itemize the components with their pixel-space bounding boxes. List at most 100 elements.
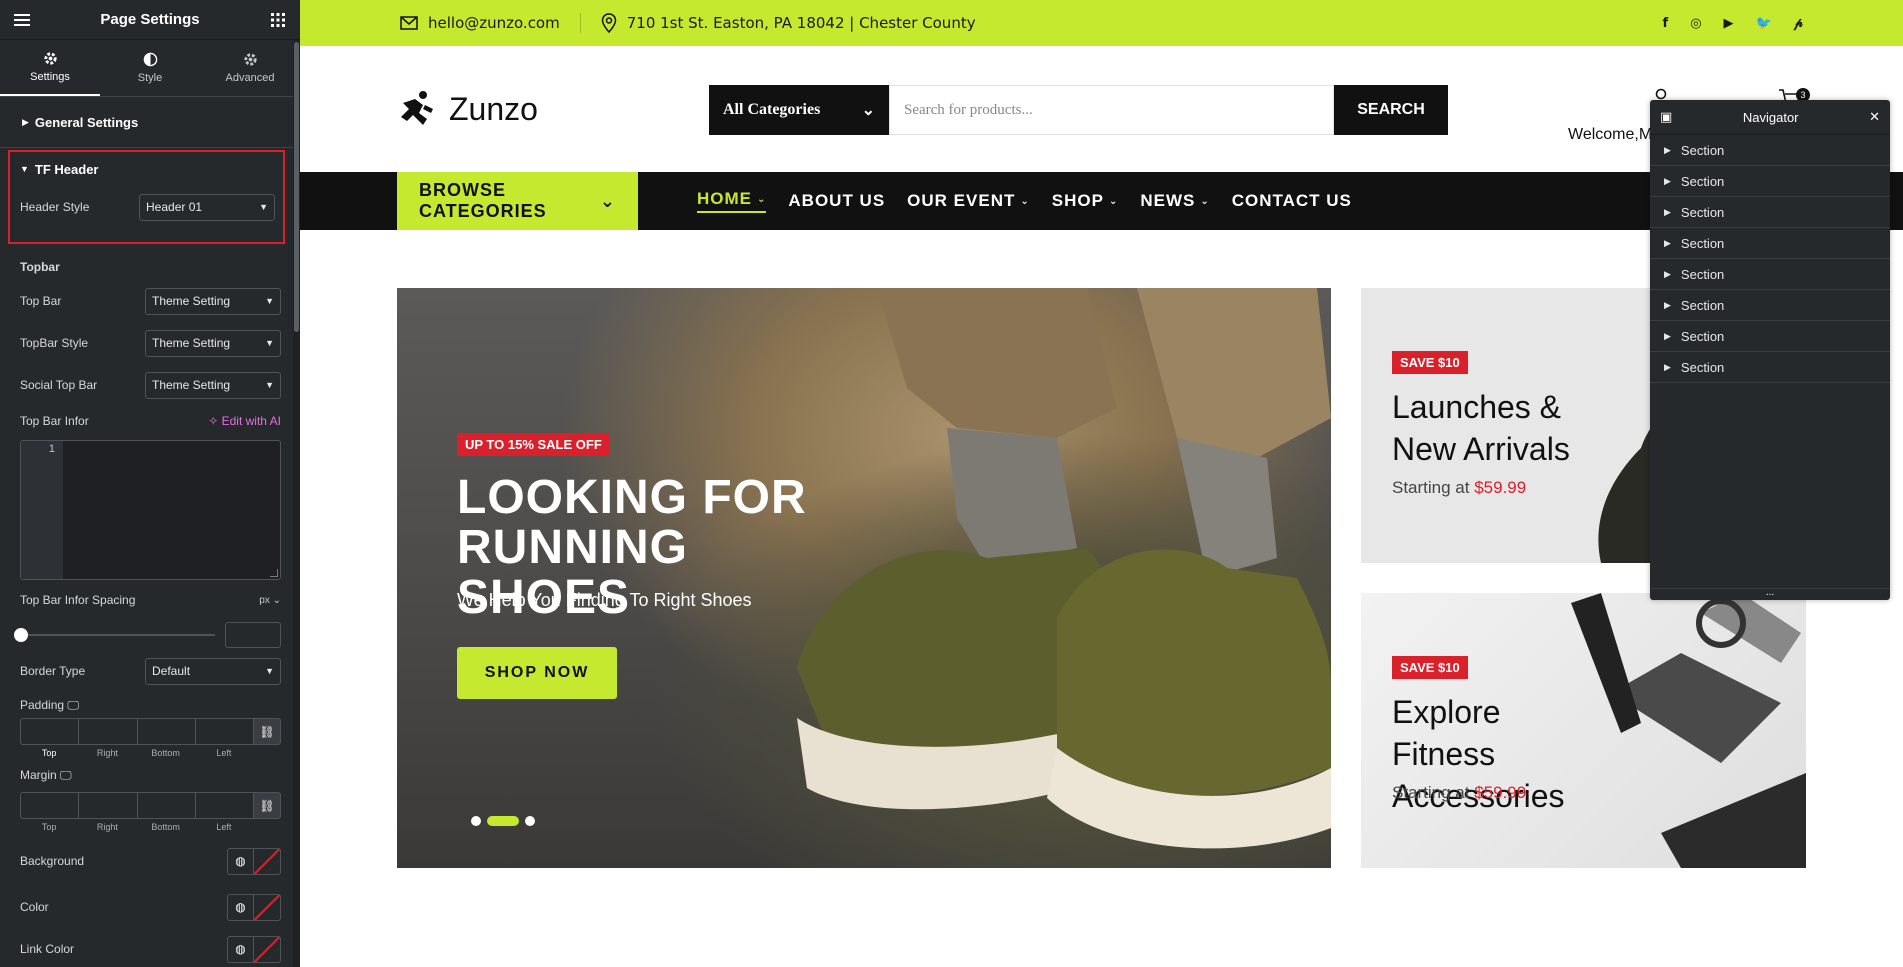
navigator-item[interactable]: ▶ Section bbox=[1650, 321, 1890, 352]
navigator-resize-handle[interactable]: ... bbox=[1650, 588, 1890, 600]
color-row: Color ◍ bbox=[0, 886, 293, 928]
navigator-item-label: Section bbox=[1680, 204, 1725, 220]
navigator-item[interactable]: ▶ Section bbox=[1650, 290, 1890, 321]
navigator-item-label: Section bbox=[1680, 142, 1725, 158]
panel-title: Page Settings bbox=[100, 11, 200, 28]
menu-item-contact-us[interactable]: CONTACT US bbox=[1232, 191, 1352, 211]
facebook-icon[interactable]: f bbox=[1663, 16, 1669, 31]
topbar-email[interactable]: hello@zunzo.com bbox=[400, 14, 560, 32]
pinterest-icon[interactable]: 𝓅 bbox=[1794, 16, 1803, 31]
close-icon[interactable]: ✕ bbox=[1869, 109, 1880, 125]
navigator-title: Navigator bbox=[1742, 109, 1799, 125]
side-label: Right bbox=[96, 822, 118, 832]
background-color-control[interactable]: ◍ bbox=[227, 847, 281, 875]
margin-right-input[interactable] bbox=[78, 792, 137, 819]
general-settings-section[interactable]: ▶ General Settings bbox=[0, 98, 293, 148]
menu-item-home[interactable]: HOME ⌄ bbox=[697, 189, 767, 213]
tab-style[interactable]: Style bbox=[100, 40, 200, 96]
padding-left-input[interactable] bbox=[194, 718, 253, 745]
search-button[interactable]: SEARCH bbox=[1334, 85, 1448, 135]
panel-scrollbar[interactable] bbox=[293, 40, 300, 967]
social-top-bar-select[interactable]: Theme Setting ▼ bbox=[145, 371, 281, 399]
navigator-item-label: Section bbox=[1680, 359, 1725, 375]
site-logo[interactable]: Zunzo bbox=[397, 89, 538, 129]
color-swatch[interactable] bbox=[254, 935, 281, 963]
hero-title-line: LOOKING FOR bbox=[457, 471, 807, 524]
edit-with-ai-link[interactable]: ✧ Edit with AI bbox=[208, 414, 281, 428]
promo-card-fitness[interactable]: SAVE $10 Explore Fitness Accessories Sta… bbox=[1361, 593, 1806, 868]
account-welcome[interactable]: Welcome,M bbox=[1568, 126, 1652, 144]
shop-now-button[interactable]: SHOP NOW bbox=[457, 647, 617, 699]
browse-categories-button[interactable]: BROWSE CATEGORIES ⌄ bbox=[397, 172, 638, 230]
resize-handle[interactable] bbox=[270, 569, 278, 577]
spacing-slider[interactable] bbox=[14, 628, 215, 642]
spacing-slider-row bbox=[0, 620, 293, 650]
padding-right-input[interactable] bbox=[78, 718, 137, 745]
twitter-icon[interactable]: 🐦 bbox=[1756, 16, 1772, 31]
search-placeholder: Search for products... bbox=[904, 101, 1033, 118]
top-bar-infor-label: Top Bar Infor bbox=[20, 414, 89, 428]
search-input[interactable]: Search for products... bbox=[889, 85, 1334, 135]
menu-item-news[interactable]: NEWS ⌄ bbox=[1140, 191, 1209, 211]
topbar-style-select[interactable]: Theme Setting ▼ bbox=[145, 329, 281, 357]
menu-label: HOME bbox=[697, 189, 752, 208]
navigator-item[interactable]: ▶ Section bbox=[1650, 197, 1890, 228]
tf-header-toggle[interactable]: ▼ TF Header bbox=[10, 152, 283, 186]
spacing-input[interactable] bbox=[225, 622, 281, 648]
padding-top-input[interactable] bbox=[20, 718, 79, 745]
hamburger-menu-icon[interactable] bbox=[12, 10, 32, 30]
menu-item-shop[interactable]: SHOP ⌄ bbox=[1052, 191, 1119, 211]
text-color-control[interactable]: ◍ bbox=[227, 893, 281, 921]
menu-item-about-us[interactable]: ABOUT US bbox=[788, 191, 885, 211]
margin-top-input[interactable] bbox=[20, 792, 79, 819]
color-swatch[interactable] bbox=[254, 893, 281, 921]
link-color-control[interactable]: ◍ bbox=[227, 935, 281, 963]
collapse-all-icon[interactable]: ▣ bbox=[1660, 109, 1672, 125]
tab-settings[interactable]: Settings bbox=[0, 40, 100, 96]
desktop-icon[interactable]: 🖵 bbox=[67, 698, 79, 712]
header-style-select[interactable]: Header 01 ▼ bbox=[139, 193, 275, 221]
margin-bottom-input[interactable] bbox=[136, 792, 195, 819]
globe-icon[interactable]: ◍ bbox=[227, 847, 254, 875]
link-icon[interactable]: ⛓ bbox=[253, 792, 281, 819]
youtube-icon[interactable]: ▶ bbox=[1724, 16, 1734, 31]
topbar-style-value: Theme Setting bbox=[152, 336, 231, 350]
header-style-label: Header Style bbox=[20, 200, 90, 214]
slider-dot[interactable] bbox=[525, 816, 535, 826]
instagram-icon[interactable]: ◎ bbox=[1690, 16, 1701, 31]
apps-grid-icon[interactable] bbox=[268, 10, 288, 30]
slider-dot[interactable] bbox=[471, 816, 481, 826]
slider-handle[interactable] bbox=[14, 628, 28, 642]
margin-left-input[interactable] bbox=[194, 792, 253, 819]
navigator-item[interactable]: ▶ Section bbox=[1650, 166, 1890, 197]
top-bar-infor-code-editor[interactable]: 1 bbox=[20, 440, 281, 580]
desktop-icon[interactable]: 🖵 bbox=[60, 768, 72, 782]
navigator-item[interactable]: ▶ Section bbox=[1650, 259, 1890, 290]
caret-right-icon: ▶ bbox=[1664, 237, 1671, 248]
padding-label-text: Padding bbox=[20, 697, 65, 712]
color-swatch[interactable] bbox=[254, 847, 281, 875]
navigator-item[interactable]: ▶ Section bbox=[1650, 352, 1890, 383]
padding-bottom-input[interactable] bbox=[136, 718, 195, 745]
category-select[interactable]: All Categories ⌄ bbox=[709, 85, 889, 135]
chevron-down-icon: ▼ bbox=[265, 338, 274, 348]
unit-select[interactable]: px ⌄ bbox=[259, 595, 281, 606]
border-type-select[interactable]: Default ▼ bbox=[145, 657, 281, 685]
site-topbar: hello@zunzo.com 710 1st St. Easton, PA 1… bbox=[300, 0, 1903, 46]
globe-icon[interactable]: ◍ bbox=[227, 893, 254, 921]
scrollbar-thumb[interactable] bbox=[294, 42, 299, 332]
menu-item-our-event[interactable]: OUR EVENT ⌄ bbox=[907, 191, 1030, 211]
globe-icon[interactable]: ◍ bbox=[227, 935, 254, 963]
tab-advanced[interactable]: Advanced bbox=[200, 40, 300, 96]
chevron-down-icon: ▼ bbox=[265, 380, 274, 390]
link-icon[interactable]: ⛓ bbox=[253, 718, 281, 745]
navigator-item[interactable]: ▶ Section bbox=[1650, 228, 1890, 259]
top-bar-select[interactable]: Theme Setting ▼ bbox=[145, 287, 281, 315]
top-bar-infor-spacing-label: Top Bar Infor Spacing bbox=[20, 593, 136, 607]
navigator-header[interactable]: ▣ Navigator ✕ bbox=[1650, 100, 1890, 135]
navigator-item[interactable]: ▶ Section bbox=[1650, 135, 1890, 166]
navigator-item-label: Section bbox=[1680, 297, 1725, 313]
slider-dot-active[interactable] bbox=[487, 816, 519, 826]
side-label: Top bbox=[41, 822, 57, 832]
social-links: f ◎ ▶ 🐦 𝓅 bbox=[1663, 16, 1803, 31]
